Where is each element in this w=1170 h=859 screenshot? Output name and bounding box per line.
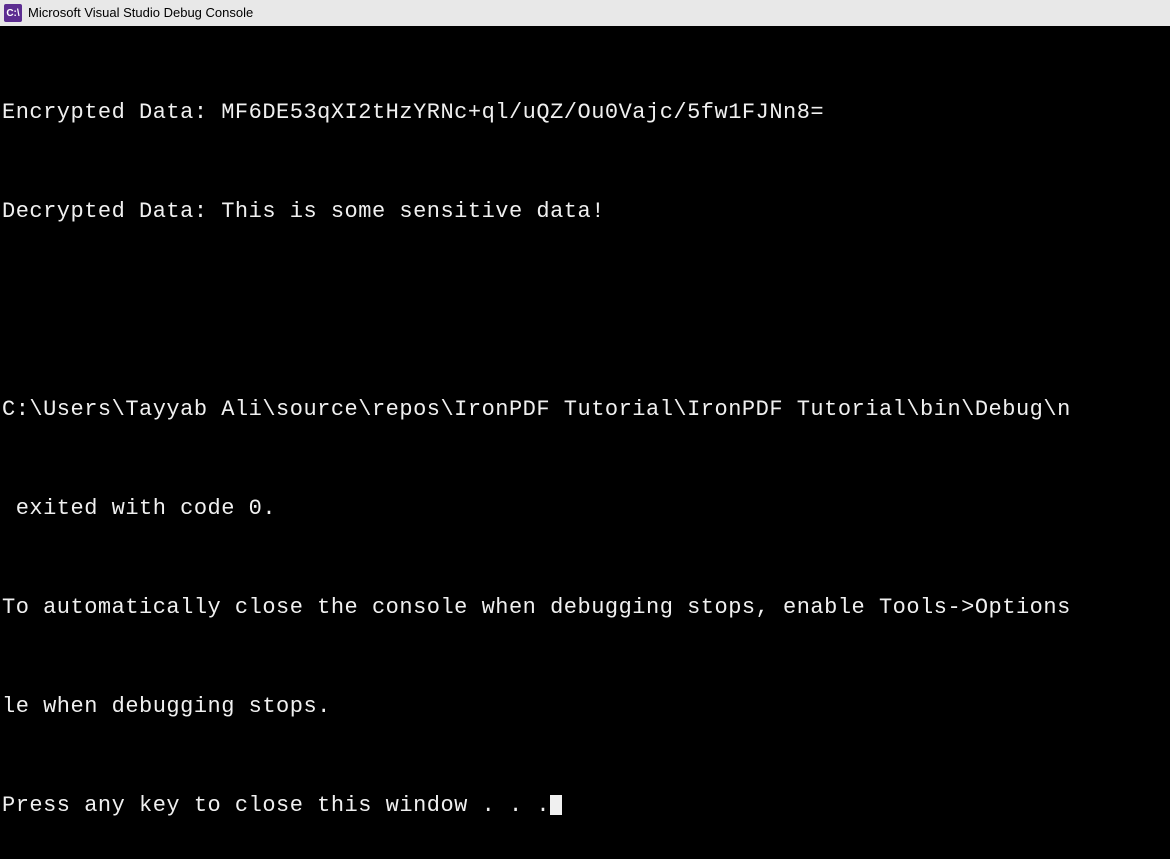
window-title: Microsoft Visual Studio Debug Console bbox=[28, 3, 253, 23]
console-line: Decrypted Data: This is some sensitive d… bbox=[2, 195, 1168, 228]
console-output[interactable]: Encrypted Data: MF6DE53qXI2tHzYRNc+ql/uQ… bbox=[0, 26, 1170, 859]
console-line: To automatically close the console when … bbox=[2, 591, 1168, 624]
console-line: le when debugging stops. bbox=[2, 690, 1168, 723]
console-line: C:\Users\Tayyab Ali\source\repos\IronPDF… bbox=[2, 393, 1168, 426]
app-icon: C:\ bbox=[4, 4, 22, 22]
prompt-text: Press any key to close this window . . . bbox=[2, 793, 550, 818]
console-line: exited with code 0. bbox=[2, 492, 1168, 525]
cursor bbox=[550, 795, 562, 815]
console-line: Encrypted Data: MF6DE53qXI2tHzYRNc+ql/uQ… bbox=[2, 96, 1168, 129]
title-bar: C:\ Microsoft Visual Studio Debug Consol… bbox=[0, 0, 1170, 26]
console-line bbox=[2, 294, 1168, 327]
console-line-prompt: Press any key to close this window . . . bbox=[2, 789, 1168, 822]
